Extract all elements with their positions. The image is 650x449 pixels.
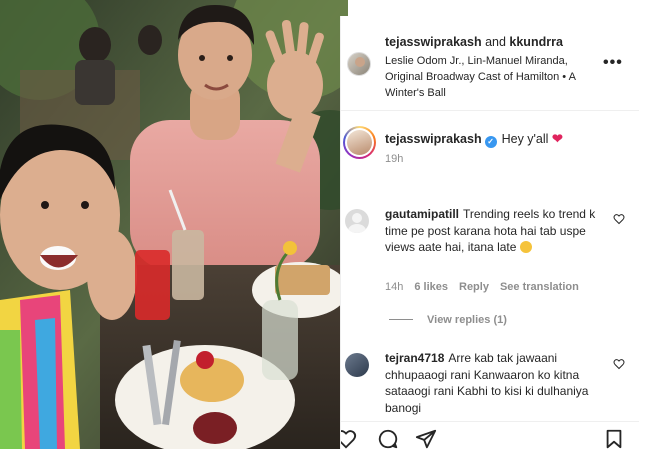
comment-like-heart-icon[interactable] [613,358,625,370]
post-authors: tejasswiprakash and kkundrra [385,35,563,49]
comment-item: tejran4718 Arre kab tak jawaani chhupaaog… [385,350,611,416]
reply-button[interactable]: Reply [459,281,489,293]
caption-text: Hey y'all [501,132,549,146]
comment-likes-count[interactable]: 6 likes [414,281,448,293]
red-heart-emoji: ❤ [551,131,563,146]
view-replies-label: View replies (1) [427,314,507,326]
commenter-avatar[interactable] [345,353,369,377]
replies-divider-line [389,319,413,320]
authors-joiner: and [481,35,510,49]
heart-icon[interactable] [341,428,357,449]
comment-username[interactable]: gautamipatill [385,207,459,221]
instagram-post-view: tejasswiprakash and kkundrra Leslie Odom… [0,0,650,449]
post-action-bar [341,421,639,449]
post-header: tejasswiprakash and kkundrra Leslie Odom… [341,16,639,111]
share-icon[interactable] [415,428,437,449]
caption-avatar[interactable] [343,126,376,159]
comment-username[interactable]: tejran4718 [385,351,444,365]
sad-face-emoji [519,241,532,253]
comment-meta: 14h 6 likes Reply See translation [385,281,590,293]
comment-timestamp[interactable]: 14h [385,281,403,293]
caption-username[interactable]: tejasswiprakash [385,132,482,146]
caption-line: tejasswiprakash ✓ Hey y'all ❤ [385,131,563,148]
post-media[interactable] [0,0,348,449]
audio-attribution[interactable]: Leslie Odom Jr., Lin-Manuel Miranda, Ori… [385,53,600,101]
caption-timestamp[interactable]: 19h [385,153,403,165]
verified-badge-icon: ✓ [484,136,497,148]
post-details-panel: tejasswiprakash and kkundrra Leslie Odom… [340,16,639,449]
comment-icon[interactable] [377,428,399,449]
see-translation-button[interactable]: See translation [500,281,579,293]
comment-item: gautamipatill Trending reels ko trend k t… [385,206,611,256]
author-username-2[interactable]: kkundrra [509,35,563,49]
author-avatar[interactable] [347,52,371,76]
view-replies-button[interactable]: View replies (1) [389,314,507,326]
author-username-1[interactable]: tejasswiprakash [385,35,482,49]
more-options-icon[interactable]: ••• [603,54,623,72]
save-icon[interactable] [603,428,625,449]
post-photo [0,0,348,449]
comment-like-heart-icon[interactable] [613,213,625,225]
commenter-avatar[interactable] [345,209,369,233]
